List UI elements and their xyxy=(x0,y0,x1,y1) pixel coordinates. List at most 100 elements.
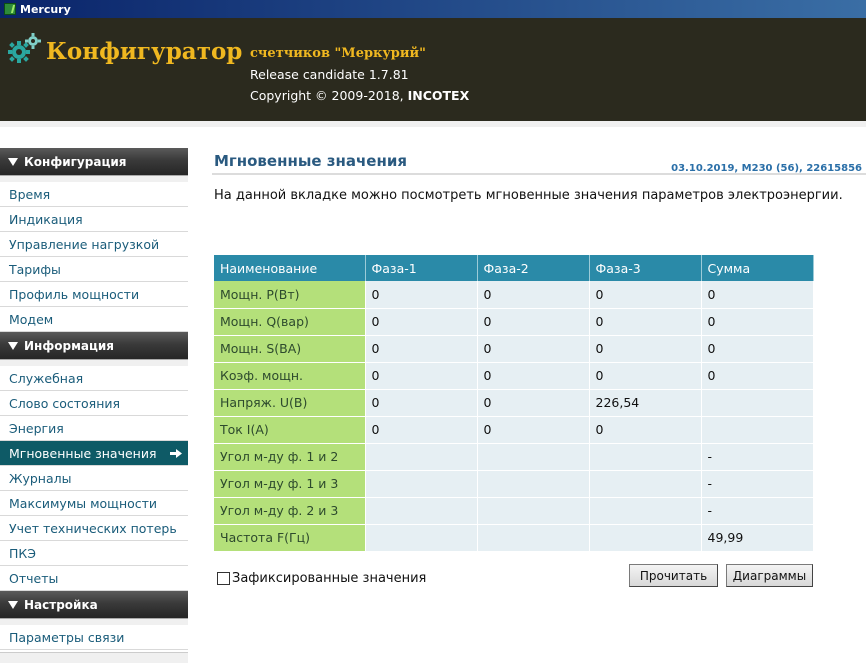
table-row: Ток I(A) 0 0 0 xyxy=(214,416,814,444)
value-cell: 0 xyxy=(477,389,590,417)
read-button[interactable]: Прочитать xyxy=(629,564,718,587)
value-cell: 0 xyxy=(365,308,478,336)
value-cell xyxy=(365,443,478,471)
page-description: На данной вкладке можно посмотреть мгнов… xyxy=(214,188,843,203)
parameter-name-cell: Угол м-ду ф. 2 и 3 xyxy=(214,497,366,525)
value-cell: 0 xyxy=(589,308,702,336)
value-cell: 0 xyxy=(701,281,814,309)
column-header: Наименование xyxy=(214,255,366,281)
section-information[interactable]: Информация xyxy=(0,332,188,360)
value-cell: 0 xyxy=(477,308,590,336)
value-cell xyxy=(477,470,590,498)
sidebar: Конфигурация Время Индикация Управление … xyxy=(0,148,188,650)
sidebar-item-service[interactable]: Служебная xyxy=(0,360,188,391)
window-title: Mercury xyxy=(20,2,71,16)
value-cell: 0 xyxy=(589,362,702,390)
table-row: Угол м-ду ф. 2 и 3 - xyxy=(214,497,814,525)
value-cell: 0 xyxy=(589,416,702,444)
table-row: Напряж. U(В) 0 0 226,54 xyxy=(214,389,814,417)
value-cell: - xyxy=(701,470,814,498)
sidebar-item-technical-losses[interactable]: Учет технических потерь xyxy=(0,516,188,541)
mercury-app-icon xyxy=(4,3,16,15)
value-cell xyxy=(701,416,814,444)
value-cell: 0 xyxy=(365,281,478,309)
sidebar-item-reports[interactable]: Отчеты xyxy=(0,566,188,591)
sidebar-item-power-profile[interactable]: Профиль мощности xyxy=(0,282,188,307)
gears-icon xyxy=(8,33,41,63)
table-row: Угол м-ду ф. 1 и 2 - xyxy=(214,443,814,471)
sidebar-item-instant-values[interactable]: Мгновенные значения xyxy=(0,441,188,466)
sidebar-item-logs[interactable]: Журналы xyxy=(0,466,188,491)
parameter-name-cell: Мощн. S(ВА) xyxy=(214,335,366,363)
value-cell: 0 xyxy=(365,362,478,390)
column-header: Фаза-3 xyxy=(589,255,702,281)
value-cell xyxy=(365,497,478,525)
table-row: Мощн. P(Вт) 0 0 0 0 xyxy=(214,281,814,309)
value-cell: 0 xyxy=(477,335,590,363)
collapse-triangle-icon xyxy=(8,157,18,166)
column-header: Сумма xyxy=(701,255,814,281)
sidebar-item-time[interactable]: Время xyxy=(0,176,188,207)
column-header: Фаза-2 xyxy=(477,255,590,281)
value-cell: - xyxy=(701,497,814,525)
title-divider xyxy=(212,173,866,175)
page-title: Мгновенные значения xyxy=(214,152,407,170)
value-cell: 0 xyxy=(365,389,478,417)
sidebar-item-display[interactable]: Индикация xyxy=(0,207,188,232)
table-row: Частота F(Гц) 49,99 xyxy=(214,524,814,552)
app-header: Конфигуратор счетчиков "Меркурий" Releas… xyxy=(0,18,866,121)
value-cell: 0 xyxy=(589,335,702,363)
parameter-name-cell: Напряж. U(В) xyxy=(214,389,366,417)
sidebar-item-tariffs[interactable]: Тарифы xyxy=(0,257,188,282)
table-header-row: Наименование Фаза-1 Фаза-2 Фаза-3 Сумма xyxy=(214,255,814,281)
value-cell: 0 xyxy=(701,362,814,390)
sidebar-item-pke[interactable]: ПКЭ xyxy=(0,541,188,566)
fixed-values-checkbox[interactable]: Зафиксированные значения xyxy=(217,571,426,586)
table-row: Мощн. Q(вар) 0 0 0 0 xyxy=(214,308,814,336)
value-cell xyxy=(589,524,702,552)
section-settings[interactable]: Настройка xyxy=(0,591,188,619)
app-subtitle: счетчиков "Меркурий" xyxy=(250,46,426,61)
parameter-name-cell: Угол м-ду ф. 1 и 2 xyxy=(214,443,366,471)
collapse-triangle-icon xyxy=(8,341,18,350)
sidebar-item-connection-params[interactable]: Параметры связи xyxy=(0,619,188,650)
checkbox-box[interactable] xyxy=(217,572,230,585)
value-cell xyxy=(365,524,478,552)
value-cell xyxy=(477,524,590,552)
sidebar-item-modem[interactable]: Модем xyxy=(0,307,188,332)
section-configuration[interactable]: Конфигурация xyxy=(0,148,188,176)
value-cell xyxy=(589,497,702,525)
value-cell xyxy=(589,470,702,498)
sidebar-item-power-maximums[interactable]: Максимумы мощности xyxy=(0,491,188,516)
parameter-name-cell: Коэф. мощн. xyxy=(214,362,366,390)
table-row: Угол м-ду ф. 1 и 3 - xyxy=(214,470,814,498)
value-cell: 0 xyxy=(365,335,478,363)
table-row: Мощн. S(ВА) 0 0 0 0 xyxy=(214,335,814,363)
parameter-name-cell: Ток I(A) xyxy=(214,416,366,444)
value-cell xyxy=(589,443,702,471)
value-cell: 0 xyxy=(477,362,590,390)
value-cell: 0 xyxy=(365,416,478,444)
sidebar-footer xyxy=(0,652,188,663)
release-version: Release candidate 1.7.81 xyxy=(250,67,409,82)
column-header: Фаза-1 xyxy=(365,255,478,281)
sidebar-item-status-word[interactable]: Слово состояния xyxy=(0,391,188,416)
value-cell: 0 xyxy=(701,335,814,363)
parameter-name-cell: Угол м-ду ф. 1 и 3 xyxy=(214,470,366,498)
parameter-name-cell: Мощн. Q(вар) xyxy=(214,308,366,336)
app-brand: Конфигуратор xyxy=(46,38,243,65)
value-cell: 49,99 xyxy=(701,524,814,552)
main-content: Мгновенные значения 03.10.2019, M230 (56… xyxy=(188,127,866,663)
fixed-values-label: Зафиксированные значения xyxy=(232,571,427,586)
value-cell: 0 xyxy=(701,308,814,336)
sidebar-item-energy[interactable]: Энергия xyxy=(0,416,188,441)
collapse-triangle-icon xyxy=(8,600,18,609)
value-cell: 0 xyxy=(477,281,590,309)
table-row: Коэф. мощн. 0 0 0 0 xyxy=(214,362,814,390)
value-cell xyxy=(477,497,590,525)
value-cell xyxy=(701,389,814,417)
value-cell: 226,54 xyxy=(589,389,702,417)
charts-button[interactable]: Диаграммы xyxy=(726,564,813,587)
parameter-name-cell: Частота F(Гц) xyxy=(214,524,366,552)
sidebar-item-load-control[interactable]: Управление нагрузкой xyxy=(0,232,188,257)
